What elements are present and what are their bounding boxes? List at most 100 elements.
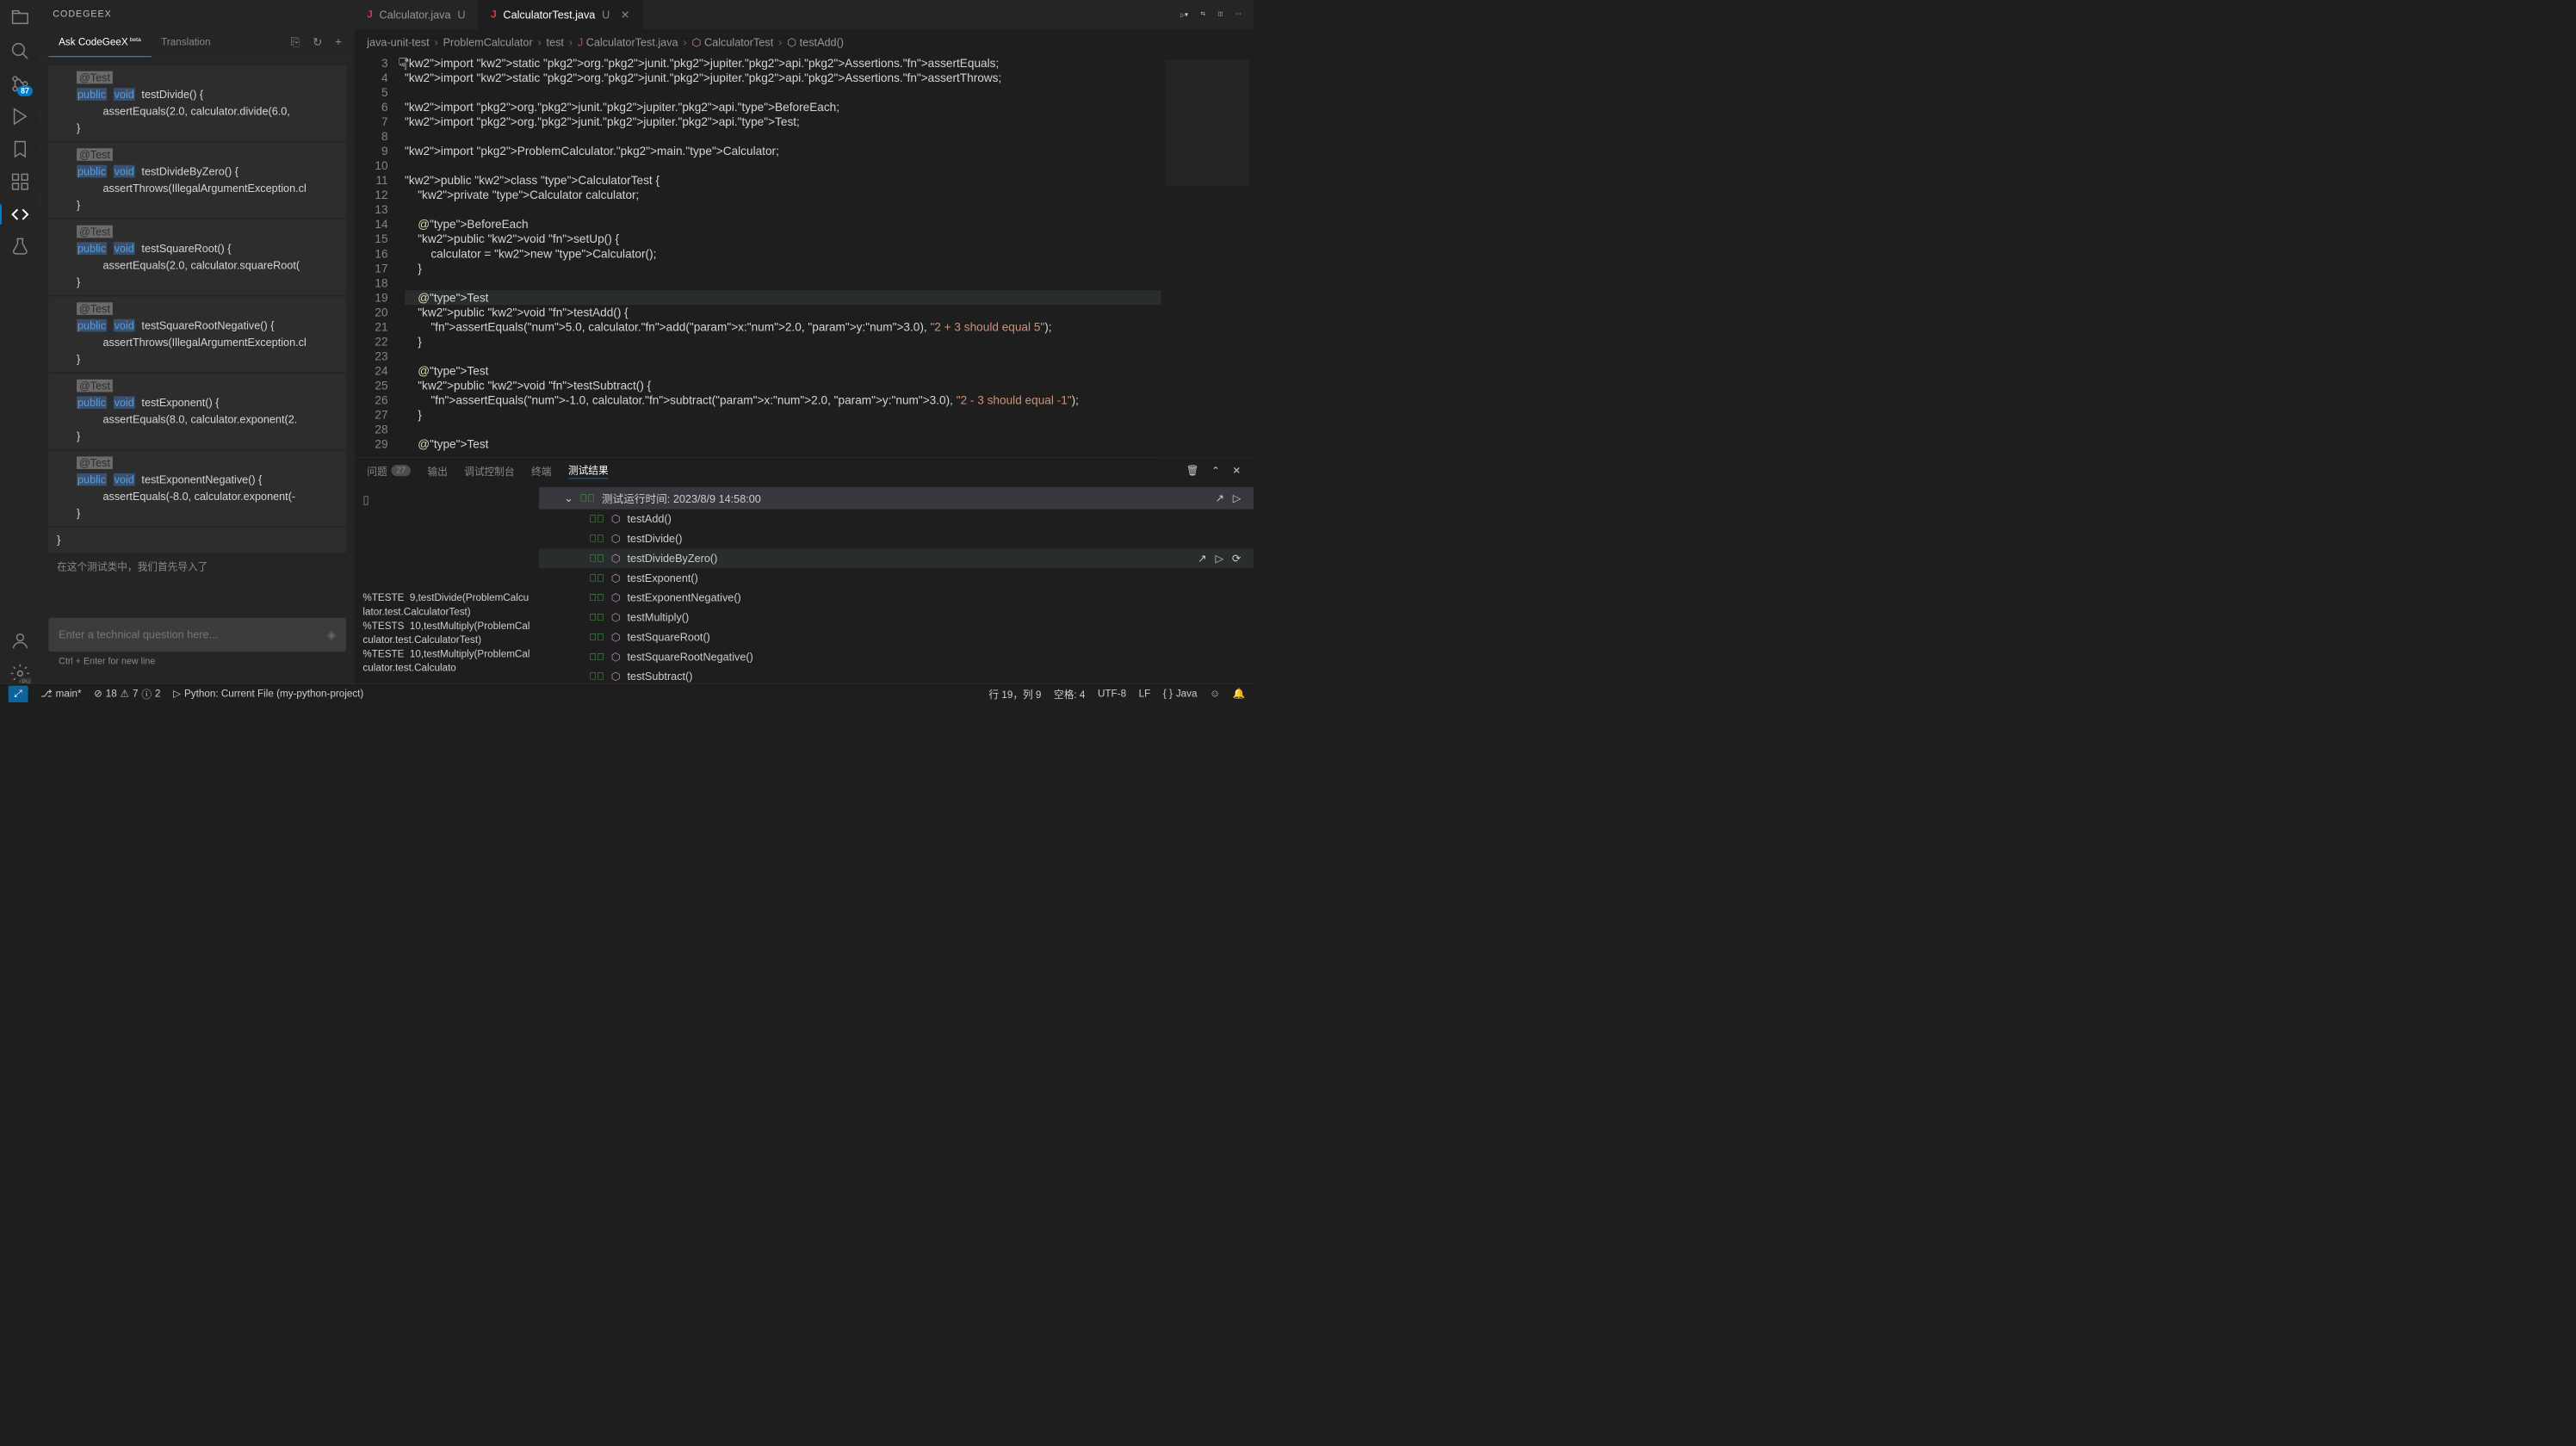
method-icon: ⬡	[610, 513, 620, 526]
breadcrumb-item[interactable]: ⬡ CalculatorTest	[691, 36, 773, 49]
minimap[interactable]	[1161, 56, 1254, 458]
breadcrumb-item[interactable]: java-unit-test	[367, 36, 429, 49]
test-result-row[interactable]: ✓⃝⬡testDivide()	[539, 529, 1254, 549]
tab-bar: JCalculator.javaUJCalculatorTest.javaU✕ …	[355, 0, 1254, 29]
panel-tab-results[interactable]: 测试结果	[568, 462, 609, 479]
editor-area: JCalculator.javaUJCalculatorTest.javaU✕ …	[355, 0, 1254, 683]
test-result-row[interactable]: ✓⃝⬡testExponent()	[539, 568, 1254, 588]
testing-icon[interactable]	[9, 237, 29, 256]
encoding-status[interactable]: UTF-8	[1098, 688, 1126, 700]
test-results: ⌄ ✓⃝ 测试运行时间: 2023/8/9 14:58:00 ↗▷ ✓⃝⬡tes…	[539, 483, 1254, 683]
check-icon: ✓⃝	[589, 533, 604, 545]
code-snippet[interactable]: @Test public void testDivide() { assertE…	[48, 65, 345, 141]
send-icon[interactable]: ◈	[327, 627, 336, 641]
editor-tab[interactable]: JCalculatorTest.javaU✕	[479, 0, 643, 29]
codegeex-icon[interactable]	[9, 204, 29, 224]
check-icon: ✓⃝	[579, 492, 595, 504]
search-icon[interactable]	[9, 41, 29, 61]
extensions-icon[interactable]	[9, 172, 29, 192]
question-input[interactable]	[59, 628, 327, 641]
breadcrumb-item[interactable]: J CalculatorTest.java	[578, 36, 678, 49]
activity-bar: 87 PU	[0, 0, 40, 683]
breadcrumb-item[interactable]: test	[547, 36, 564, 49]
check-icon: ✓⃝	[589, 612, 604, 624]
debug-test-icon[interactable]: ⟳	[1232, 552, 1242, 565]
settings-icon[interactable]: PU	[9, 664, 29, 683]
indent-status[interactable]: 空格: 4	[1054, 687, 1085, 701]
diff-icon[interactable]: ⇆	[1200, 10, 1204, 19]
code-snippet[interactable]: @Test public void testDivideByZero() { a…	[48, 142, 345, 218]
test-result-row[interactable]: ✓⃝⬡testSquareRootNegative()	[539, 647, 1254, 667]
source-control-icon[interactable]: 87	[9, 74, 29, 94]
method-icon: ⬡	[610, 591, 620, 604]
cursor-position[interactable]: 行 19，列 9	[988, 687, 1041, 701]
feedback-icon[interactable]: ☺	[1210, 688, 1220, 700]
check-icon: ✓⃝	[589, 572, 604, 584]
check-icon: ✓⃝	[589, 592, 604, 604]
bookmark-icon[interactable]	[9, 139, 29, 159]
test-result-row[interactable]: ✓⃝⬡testSquareRoot()	[539, 627, 1254, 647]
check-icon: ✓⃝	[589, 670, 604, 683]
code-snippet[interactable]: @Test public void testSquareRoot() { ass…	[48, 219, 345, 295]
python-status[interactable]: ▷ Python: Current File (my-python-projec…	[173, 688, 363, 700]
panel-tab-debug[interactable]: 调试控制台	[464, 463, 514, 478]
goto-icon[interactable]: ↗	[1215, 491, 1224, 504]
lang-status[interactable]: { } Java	[1163, 688, 1198, 700]
notifications-icon[interactable]: 🔔	[1233, 688, 1246, 700]
clear-icon[interactable]: 🗑	[1186, 464, 1199, 476]
more-icon[interactable]: ⋯	[1235, 10, 1241, 19]
test-result-row[interactable]: ✓⃝⬡testMultiply()	[539, 608, 1254, 627]
eol-status[interactable]: LF	[1139, 688, 1151, 700]
panel-tab-problems[interactable]: 问题27	[367, 463, 411, 478]
explorer-icon[interactable]	[9, 9, 29, 28]
add-icon[interactable]: +	[335, 35, 342, 49]
test-run-header[interactable]: ⌄ ✓⃝ 测试运行时间: 2023/8/9 14:58:00 ↗▷	[539, 487, 1254, 510]
branch-status[interactable]: ⎇ main*	[40, 688, 81, 700]
scm-badge: 87	[17, 86, 33, 96]
tab-translation[interactable]: Translation	[152, 28, 221, 56]
refresh-icon[interactable]: ↻	[313, 35, 322, 49]
method-icon: ⬡	[610, 572, 620, 584]
collapse-icon[interactable]: ⌃	[1211, 464, 1220, 476]
goto-icon[interactable]: ↗	[1198, 552, 1207, 565]
split-icon[interactable]: ◫	[1217, 10, 1223, 19]
test-result-row[interactable]: ✓⃝⬡testAdd()	[539, 510, 1254, 529]
code-snippet[interactable]: @Test public void testExponentNegative()…	[48, 451, 345, 527]
editor-body[interactable]: 3456789101112131415161718192021222324252…	[355, 56, 1254, 458]
breadcrumb[interactable]: java-unit-test›ProblemCalculator›test›J …	[355, 29, 1254, 56]
question-input-box[interactable]: ◈	[48, 618, 345, 652]
error-status[interactable]: ⊘ 18 ⚠ 7 ⓘ 2	[94, 687, 160, 701]
breadcrumb-item[interactable]: ⬡ testAdd()	[787, 36, 844, 49]
breadcrumb-item[interactable]: ProblemCalculator	[443, 36, 533, 49]
tab-ask-codegeex[interactable]: Ask CodeGeeXbeta	[48, 28, 151, 57]
check-icon: ✓⃝	[589, 553, 604, 565]
test-result-row[interactable]: ✓⃝⬡testDivideByZero()↗▷⟳	[539, 548, 1254, 568]
code-suggestions[interactable]: @Test public void testDivide() { assertE…	[40, 57, 355, 609]
method-icon: ⬡	[610, 651, 620, 664]
method-icon: ⬡	[610, 552, 620, 565]
accounts-icon[interactable]	[9, 631, 29, 651]
code-snippet[interactable]: @Test public void testSquareRootNegative…	[48, 297, 345, 373]
chevron-down-icon: ⌄	[564, 491, 573, 504]
sidebar-title: CODEGEEX	[40, 0, 355, 28]
code-snippet[interactable]: @Test public void testExponent() { asser…	[48, 374, 345, 449]
panel-tab-output[interactable]: 输出	[427, 463, 447, 478]
method-icon: ⬡	[610, 532, 620, 545]
run-test-icon[interactable]: ▷	[1215, 552, 1223, 565]
remote-icon[interactable]: ⤢	[9, 685, 28, 701]
close-icon[interactable]: ✕	[621, 8, 630, 21]
editor-tab[interactable]: JCalculator.javaU	[355, 0, 479, 29]
run-debug-icon[interactable]	[9, 107, 29, 127]
check-icon: ✓⃝	[589, 651, 604, 663]
terminal-output[interactable]: ▯ %TESTE 9,testDivide(ProblemCalculator.…	[355, 483, 539, 683]
method-icon: ⬡	[610, 670, 620, 683]
test-result-row[interactable]: ✓⃝⬡testSubtract()	[539, 667, 1254, 683]
check-icon: ✓⃝	[589, 632, 604, 644]
close-panel-icon[interactable]: ✕	[1233, 464, 1242, 476]
run-icon[interactable]: ▷▾	[1180, 10, 1188, 19]
method-icon: ⬡	[610, 631, 620, 644]
run-test-icon[interactable]: ▷	[1233, 491, 1242, 504]
clipboard-icon[interactable]: ⎘	[291, 35, 300, 49]
panel-tab-terminal[interactable]: 终端	[531, 463, 551, 478]
test-result-row[interactable]: ✓⃝⬡testExponentNegative()	[539, 588, 1254, 608]
